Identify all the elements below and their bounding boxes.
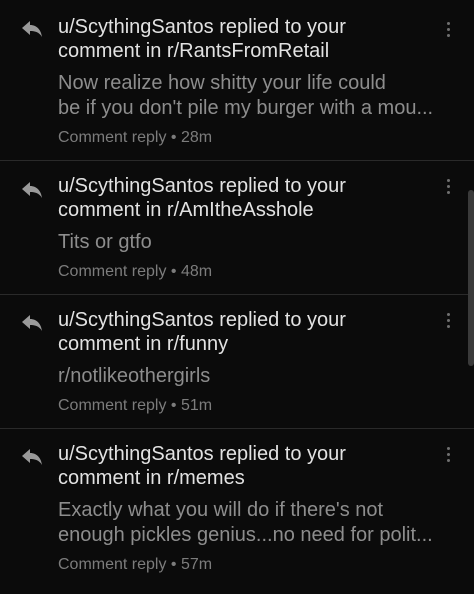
notification-body: Exactly what you will do if there's not … bbox=[58, 498, 470, 548]
notification-title-line-1: u/ScythingSantos replied to your bbox=[58, 309, 346, 331]
notification-body-line-1: r/notlikeothergirls bbox=[58, 365, 211, 387]
notification-item[interactable]: u/ScythingSantos replied to your comment… bbox=[0, 429, 474, 594]
notification-title-line-2: comment in r/RantsFromRetail bbox=[58, 40, 330, 62]
more-vertical-icon[interactable] bbox=[441, 22, 455, 44]
notification-title-line-2: comment in r/funny bbox=[58, 333, 229, 355]
more-vertical-icon[interactable] bbox=[441, 313, 455, 335]
scrollbar[interactable] bbox=[468, 190, 474, 366]
notification-title-line-1: u/ScythingSantos replied to your bbox=[58, 16, 346, 38]
notification-body-line-2: enough pickles genius...no need for poli… bbox=[58, 524, 433, 546]
notification-item[interactable]: u/ScythingSantos replied to your comment… bbox=[0, 295, 474, 429]
notification-title-line-1: u/ScythingSantos replied to your bbox=[58, 443, 346, 465]
notification-body-line-1: Exactly what you will do if there's not bbox=[58, 499, 384, 521]
notification-body: Now realize how shitty your life could b… bbox=[58, 71, 470, 121]
reply-icon bbox=[21, 314, 43, 332]
notification-title-line-2: comment in r/memes bbox=[58, 467, 245, 489]
notification-meta: Comment reply • 48m bbox=[58, 263, 213, 280]
more-vertical-icon[interactable] bbox=[441, 179, 455, 201]
notification-meta: Comment reply • 51m bbox=[58, 397, 213, 414]
reply-icon bbox=[21, 181, 43, 199]
notification-meta: Comment reply • 57m bbox=[58, 556, 213, 573]
notification-feed: u/ScythingSantos replied to your comment… bbox=[0, 0, 474, 594]
notification-body-line-1: Tits or gtfo bbox=[58, 231, 152, 253]
notification-title: u/ScythingSantos replied to your comment… bbox=[58, 15, 438, 63]
notification-title-line-2: comment in r/AmItheAsshole bbox=[58, 199, 314, 221]
reply-icon bbox=[21, 20, 43, 38]
notification-title: u/ScythingSantos replied to your comment… bbox=[58, 308, 438, 356]
notification-title: u/ScythingSantos replied to your comment… bbox=[58, 174, 438, 222]
notification-title: u/ScythingSantos replied to your comment… bbox=[58, 442, 438, 490]
reply-icon bbox=[21, 448, 43, 466]
notification-body: Tits or gtfo bbox=[58, 230, 470, 255]
notification-item[interactable]: u/ScythingSantos replied to your comment… bbox=[0, 0, 474, 161]
notification-meta: Comment reply • 28m bbox=[58, 129, 213, 146]
more-vertical-icon[interactable] bbox=[441, 447, 455, 469]
notification-body-line-1: Now realize how shitty your life could bbox=[58, 72, 386, 94]
notification-item[interactable]: u/ScythingSantos replied to your comment… bbox=[0, 161, 474, 295]
notification-body: r/notlikeothergirls bbox=[58, 364, 470, 389]
notification-title-line-1: u/ScythingSantos replied to your bbox=[58, 175, 346, 197]
notification-body-line-2: be if you don't pile my burger with a mo… bbox=[58, 97, 434, 119]
